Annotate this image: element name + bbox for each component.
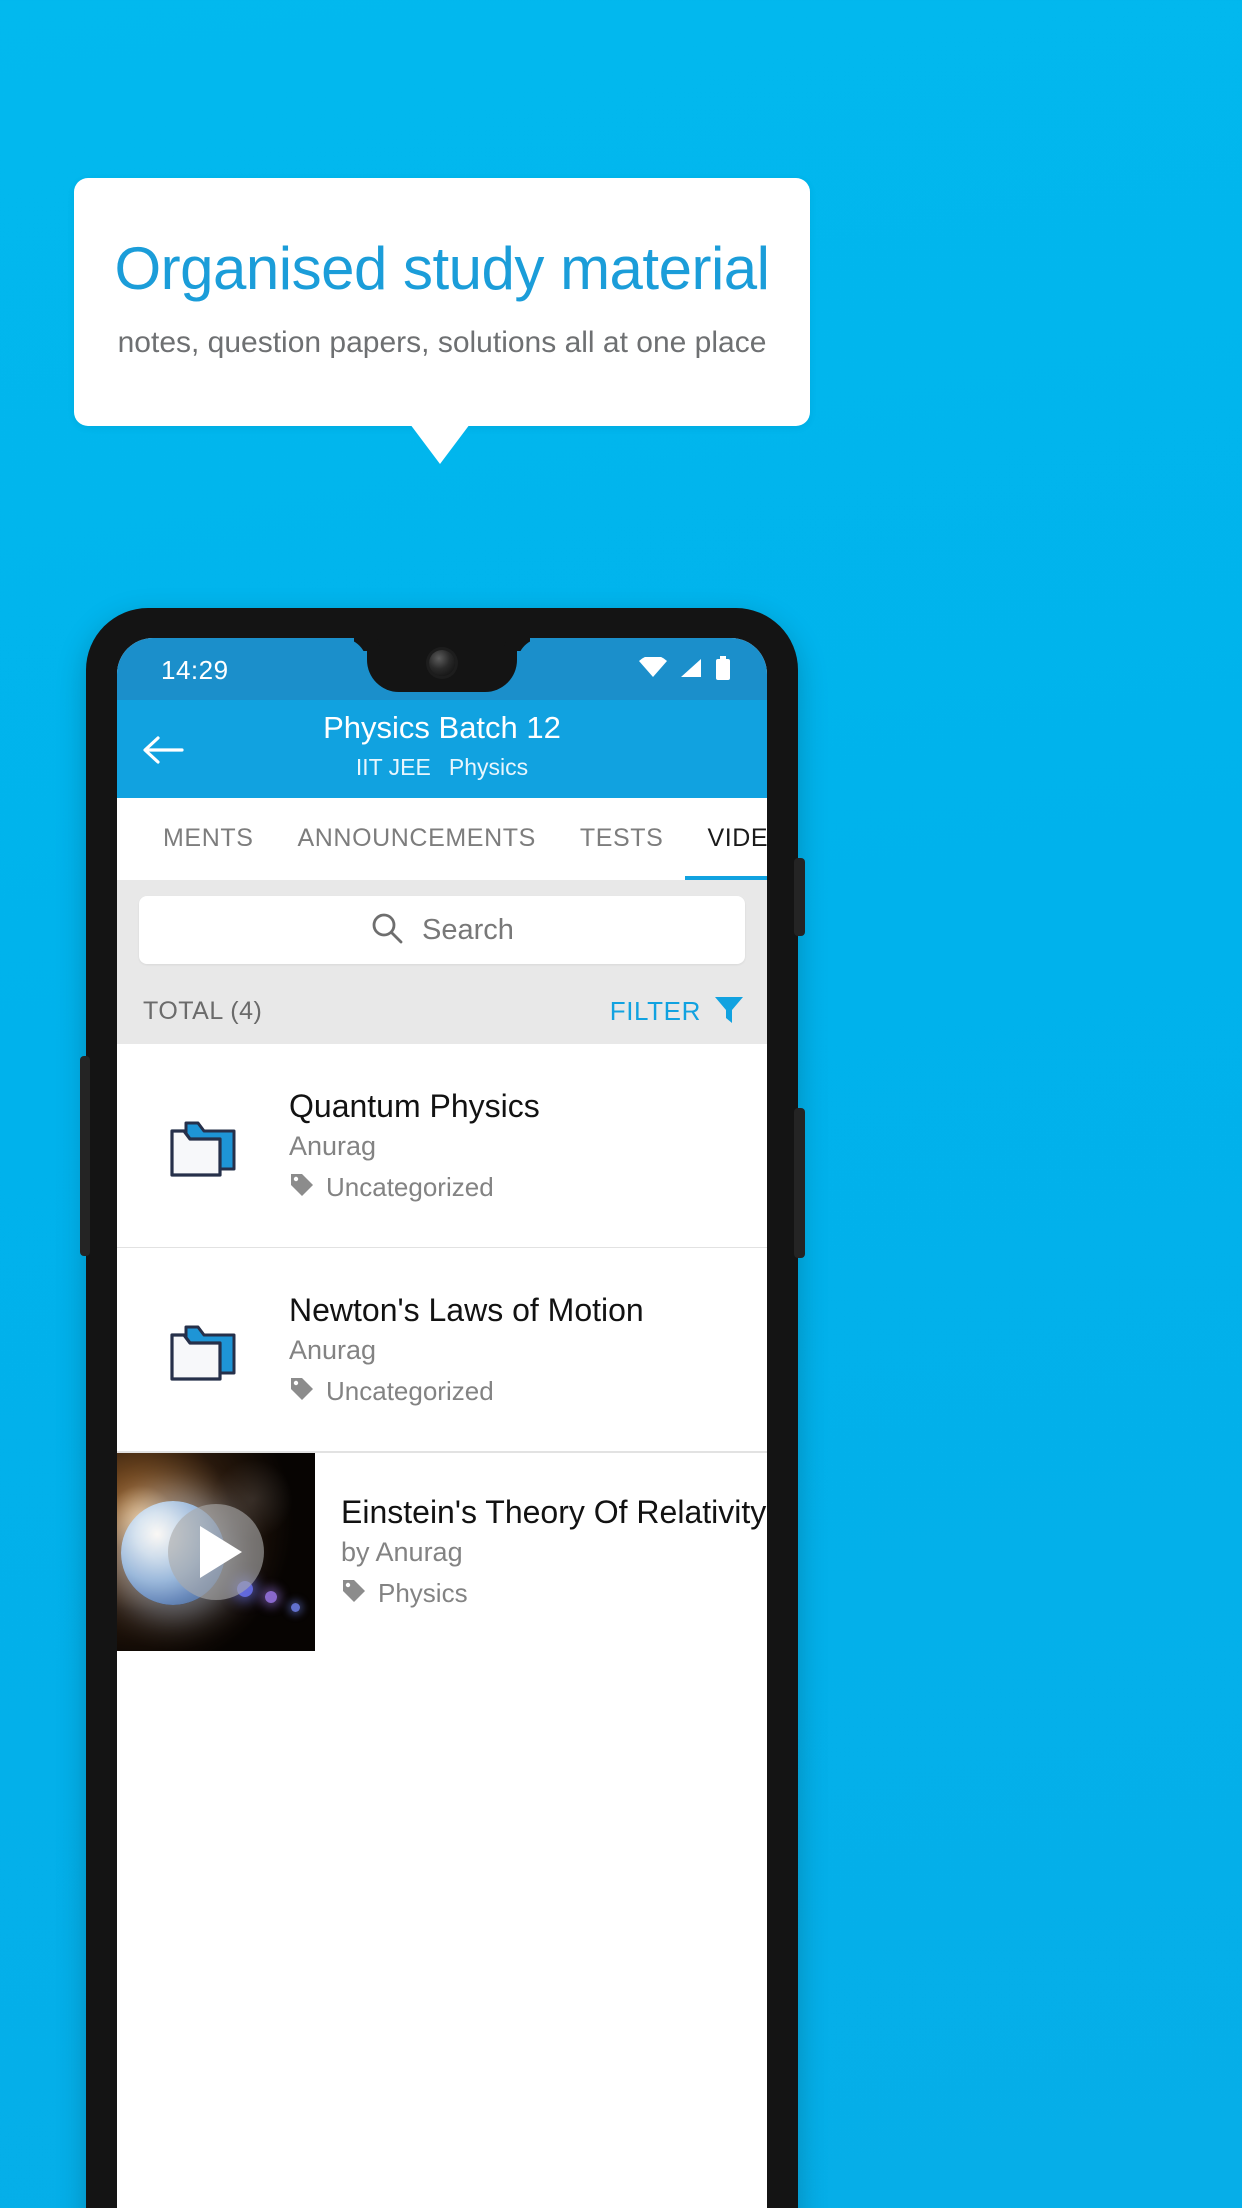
total-count-label: TOTAL (4) [143, 996, 263, 1025]
tab-videos[interactable]: VIDEOS [685, 798, 767, 880]
lens-flare-3 [291, 1602, 300, 1612]
phone-screen: 14:29 Physics Batch 12 IIT JEE Physics M… [117, 638, 767, 2208]
phone-notch [367, 638, 517, 692]
filter-button[interactable]: FILTER [610, 994, 745, 1029]
status-bar: 14:29 [117, 638, 767, 700]
list-item[interactable]: Newton's Laws of Motion Anurag Uncategor… [117, 1248, 767, 1452]
signal-icon [679, 657, 703, 684]
promo-card-tail [410, 424, 470, 464]
folder-icon [117, 1315, 289, 1385]
front-camera-icon [429, 650, 455, 676]
phone-side-button-power[interactable] [794, 858, 805, 936]
tab-assignments[interactable]: MENTS [141, 798, 276, 880]
list-item[interactable]: Quantum Physics Anurag Uncategorized [117, 1044, 767, 1248]
filter-button-label: FILTER [609, 995, 701, 1026]
list-item-text: Newton's Laws of Motion Anurag Uncategor… [289, 1292, 660, 1407]
video-list-item[interactable]: Einstein's Theory Of Relativity by Anura… [117, 1452, 767, 1651]
promo-subheadline: notes, question papers, solutions all at… [117, 326, 767, 359]
page-title: Physics Batch 12 [323, 710, 561, 745]
wifi-icon [639, 655, 667, 684]
video-tag-row: Physics [341, 1578, 766, 1609]
folder-icon [117, 1111, 289, 1181]
app-bar-subtitle: IIT JEE Physics [117, 754, 767, 781]
video-item-text: Einstein's Theory Of Relativity by Anura… [315, 1494, 766, 1609]
list-item-title: Newton's Laws of Motion [289, 1292, 644, 1328]
app-bar: Physics Batch 12 IIT JEE Physics [117, 700, 767, 798]
promo-card: Organised study material notes, question… [74, 178, 810, 426]
list-toolbar: TOTAL (4) FILTER [117, 978, 767, 1044]
lens-flare-2 [265, 1590, 277, 1603]
phone-side-button-left[interactable] [80, 1056, 90, 1256]
video-thumbnail[interactable] [117, 1452, 315, 1651]
tab-announcements[interactable]: ANNOUNCEMENTS [276, 798, 558, 880]
status-bar-clock: 14:29 [161, 655, 229, 685]
play-triangle [200, 1525, 242, 1578]
filter-funnel-icon [713, 994, 745, 1029]
subtitle-subject: Physics [448, 754, 529, 780]
tag-icon [289, 1376, 315, 1407]
battery-icon [715, 656, 731, 685]
list-item-tag-row: Uncategorized [289, 1172, 540, 1203]
search-section: Search [117, 880, 767, 978]
tab-tests[interactable]: TESTS [558, 798, 686, 880]
video-author: by Anurag [341, 1537, 463, 1567]
list-item-tag: Uncategorized [326, 1172, 494, 1202]
list-item-tag-row: Uncategorized [289, 1376, 644, 1407]
list-item-title: Quantum Physics [289, 1088, 540, 1124]
play-icon[interactable] [168, 1503, 264, 1600]
phone-mockup: 14:29 Physics Batch 12 IIT JEE Physics M… [80, 608, 805, 2208]
search-input[interactable]: Search [139, 896, 745, 964]
search-placeholder: Search [422, 913, 514, 946]
video-title: Einstein's Theory Of Relativity [341, 1494, 767, 1530]
list-item-author: Anurag [289, 1131, 377, 1161]
list-item-author: Anurag [289, 1335, 377, 1365]
list-item-tag: Uncategorized [326, 1376, 494, 1406]
subtitle-exam: IIT JEE [355, 754, 431, 780]
promo-headline: Organised study material [114, 235, 770, 302]
list-item-text: Quantum Physics Anurag Uncategorized [289, 1088, 556, 1203]
tag-icon [341, 1578, 367, 1609]
search-icon [370, 911, 404, 950]
tag-icon [289, 1172, 315, 1203]
tab-bar: MENTS ANNOUNCEMENTS TESTS VIDEOS [117, 798, 767, 880]
status-bar-icons [639, 655, 731, 685]
video-tag: Physics [378, 1578, 468, 1608]
phone-side-button-volume[interactable] [794, 1108, 805, 1258]
